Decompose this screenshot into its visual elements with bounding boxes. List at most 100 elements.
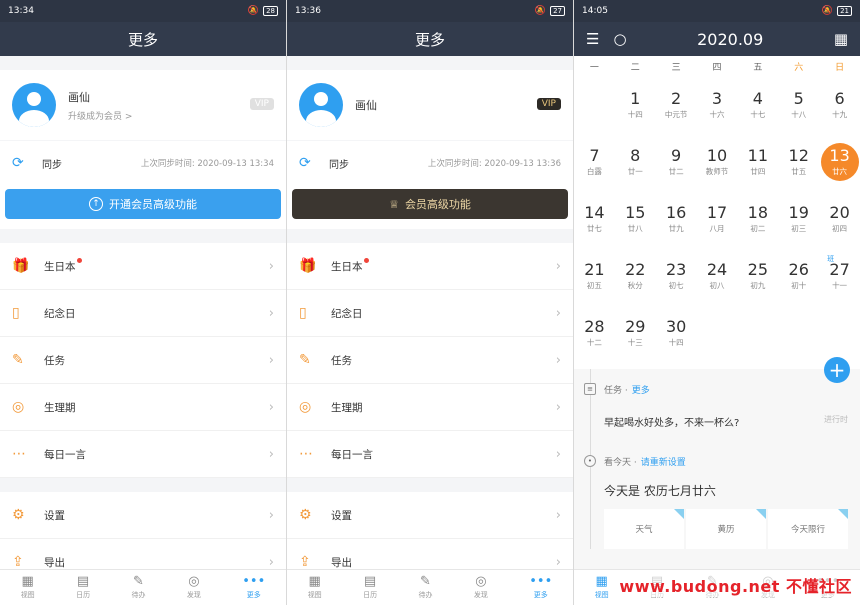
mute-icon: 🔕 xyxy=(821,6,834,16)
tab-view[interactable]: ▦ 视图 xyxy=(308,575,322,600)
tab-discover[interactable]: ◎发现 xyxy=(187,575,201,600)
menu-item-daily-quote[interactable]: ⋯ 每日一言 › xyxy=(0,431,286,478)
menu-item-daily-quote[interactable]: ⋯ 每日一言 › xyxy=(287,431,573,478)
menu-item-period[interactable]: ◎ 生理期 › xyxy=(0,384,286,431)
day-cell[interactable]: 9 廿二 xyxy=(656,133,697,190)
day-cell[interactable]: 29 十三 xyxy=(615,304,656,361)
lunar-label: 初七 xyxy=(668,280,684,290)
day-cell[interactable]: 班 27 十一 xyxy=(819,247,860,304)
sync-row[interactable]: ⟳ 同步 上次同步时间: 2020-09-13 13:34 xyxy=(0,141,286,185)
task-status: 进行时 xyxy=(824,415,848,424)
weekday-label: 二 xyxy=(630,62,640,73)
tab-more[interactable]: •••更多 xyxy=(242,575,265,600)
lunar-label: 十二 xyxy=(586,337,602,347)
chevron-right-icon: › xyxy=(555,507,561,523)
day-cell[interactable]: 16 廿九 xyxy=(656,190,697,247)
day-cell[interactable]: 30 十四 xyxy=(656,304,697,361)
traffic-limit-card[interactable]: 今天限行 xyxy=(768,509,848,549)
profile-card[interactable]: 画仙 VIP xyxy=(287,70,573,140)
add-button[interactable]: + xyxy=(824,357,850,383)
calendar-screen: 14:05 🔕 21 ☰ ○ 2020.09 ▦ 一二三四五六日 1 十四 2 中元节 3… xyxy=(574,0,860,605)
avatar[interactable] xyxy=(299,83,343,127)
day-cell[interactable]: 22 秋分 xyxy=(615,247,656,304)
avatar[interactable] xyxy=(12,83,56,127)
day-cell[interactable]: 23 初七 xyxy=(656,247,697,304)
tab-view[interactable]: ▦ 视图 xyxy=(595,575,609,600)
day-number: 21 xyxy=(584,259,605,279)
menu-item-settings[interactable]: ⚙ 设置 › xyxy=(287,492,573,539)
weekday-label: 四 xyxy=(712,62,722,73)
day-cell[interactable]: 26 初十 xyxy=(778,247,819,304)
chevron-right-icon: › xyxy=(268,446,274,462)
status-bar: 14:05 🔕 21 xyxy=(574,0,860,22)
day-cell[interactable]: 5 十八 xyxy=(778,76,819,133)
menu-item-anniversary[interactable]: ▯ 纪念日 › xyxy=(287,290,573,337)
day-cell[interactable]: 8 廿一 xyxy=(615,133,656,190)
tab-more[interactable]: •••更多 xyxy=(529,575,552,600)
chevron-right-icon: › xyxy=(268,507,274,523)
tab-todo[interactable]: ✎待办 xyxy=(418,575,432,600)
task-more-link[interactable]: 更多 xyxy=(632,383,650,396)
upgrade-link[interactable]: 升级成为会员 > xyxy=(68,109,132,122)
menu-item-task[interactable]: ✎ 任务 › xyxy=(287,337,573,384)
day-cell[interactable]: 10 教师节 xyxy=(697,133,738,190)
chevron-right-icon: › xyxy=(555,399,561,415)
chevron-right-icon: › xyxy=(555,258,561,274)
menu-item-anniversary[interactable]: ▯ 纪念日 › xyxy=(0,290,286,337)
day-cell[interactable]: 24 初八 xyxy=(697,247,738,304)
tab-todo[interactable]: ✎待办 xyxy=(131,575,145,600)
almanac-card[interactable]: 黄历 xyxy=(686,509,766,549)
calendar-icon[interactable]: ▦ xyxy=(834,30,848,48)
day-number: 24 xyxy=(706,259,728,279)
menu-item-birthday[interactable]: 🎁 生日本 › xyxy=(287,243,573,290)
quote-icon: ⋯ xyxy=(12,446,26,462)
menu-item-settings[interactable]: ⚙ 设置 › xyxy=(0,492,286,539)
view-icon: ▦ xyxy=(595,574,608,589)
reset-link[interactable]: 请重新设置 xyxy=(641,455,686,468)
day-cell[interactable]: 15 廿八 xyxy=(615,190,656,247)
tab-view[interactable]: ▦ 视图 xyxy=(21,575,35,600)
day-cell[interactable]: 17 八月 xyxy=(697,190,738,247)
period-icon: ◎ xyxy=(12,399,25,415)
lunar-label: 初八 xyxy=(709,280,725,290)
menu-item-birthday[interactable]: 🎁 生日本 › xyxy=(0,243,286,290)
day-cell[interactable]: 6 十九 xyxy=(819,76,860,133)
day-cell[interactable]: 1 十四 xyxy=(615,76,656,133)
day-cell[interactable]: 13 廿六 xyxy=(819,133,860,190)
search-icon[interactable]: ○ xyxy=(613,30,626,48)
day-cell[interactable]: 11 廿四 xyxy=(737,133,778,190)
export-icon: ⇪ xyxy=(299,554,311,570)
day-cell[interactable]: 2 中元节 xyxy=(656,76,697,133)
menu-item-period[interactable]: ◎ 生理期 › xyxy=(287,384,573,431)
tab-calendar[interactable]: ▤日历 xyxy=(76,575,90,600)
day-cell[interactable]: 25 初九 xyxy=(737,247,778,304)
menu-icon[interactable]: ☰ xyxy=(586,30,599,48)
day-cell[interactable]: 21 初五 xyxy=(574,247,615,304)
vip-features-button[interactable]: ♕ 会员高级功能 xyxy=(292,189,568,219)
day-cell[interactable]: 7 白露 xyxy=(574,133,615,190)
day-number: 14 xyxy=(584,202,605,222)
day-cell[interactable]: 19 初三 xyxy=(778,190,819,247)
day-cell[interactable]: 3 十六 xyxy=(697,76,738,133)
chevron-right-icon: › xyxy=(555,554,561,570)
sync-row[interactable]: ⟳ 同步 上次同步时间: 2020-09-13 13:36 xyxy=(287,141,573,185)
tab-calendar[interactable]: ▤日历 xyxy=(363,575,377,600)
day-cell[interactable]: 18 初二 xyxy=(737,190,778,247)
weekday-label: 五 xyxy=(753,62,763,73)
more-icon: ••• xyxy=(242,574,266,589)
menu-item-task[interactable]: ✎ 任务 › xyxy=(0,337,286,384)
day-cell[interactable]: 20 初四 xyxy=(819,190,860,247)
tab-discover[interactable]: ◎发现 xyxy=(474,575,488,600)
lunar-label: 廿七 xyxy=(586,223,602,233)
sync-icon: ⟳ xyxy=(12,155,24,171)
day-cell[interactable]: 14 廿七 xyxy=(574,190,615,247)
profile-card[interactable]: 画仙 升级成为会员 > VIP xyxy=(0,70,286,140)
day-cell[interactable]: 4 十七 xyxy=(737,76,778,133)
weather-card[interactable]: 天气 xyxy=(604,509,684,549)
open-vip-button[interactable]: ↑ 开通会员高级功能 xyxy=(5,189,281,219)
task-item[interactable]: 早起喝水好处多，不来一杯么? 进行时 xyxy=(604,414,848,429)
battery-icon: 27 xyxy=(550,6,565,16)
month-title[interactable]: 2020.09 xyxy=(627,30,834,49)
day-cell[interactable]: 12 廿五 xyxy=(778,133,819,190)
day-cell[interactable]: 28 十二 xyxy=(574,304,615,361)
